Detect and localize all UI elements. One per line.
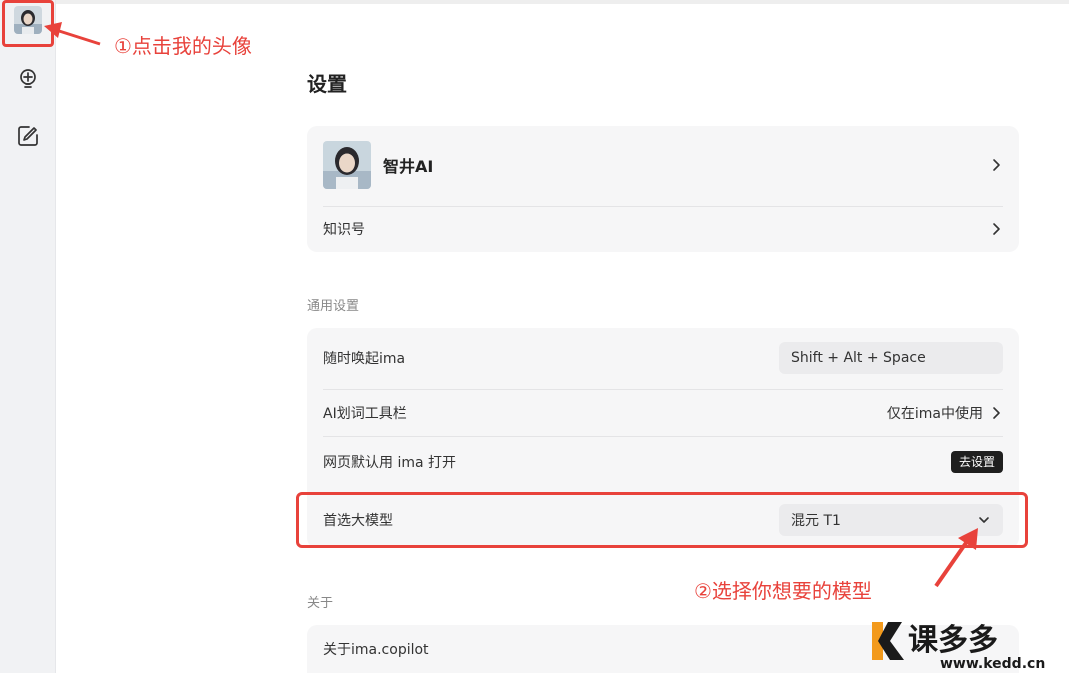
knowledge-row[interactable]: 知识号	[323, 206, 1003, 252]
about-label: 关于ima.copilot	[323, 642, 429, 658]
step1-annotation: ①点击我的头像	[114, 34, 252, 58]
ai-toolbar-value: 仅在ima中使用	[886, 405, 983, 422]
ai-toolbar-row[interactable]: AI划词工具栏 仅在ima中使用	[323, 389, 1003, 436]
profile-name: 智井AI	[383, 157, 434, 176]
profile-row[interactable]: 智井AI	[323, 140, 1003, 190]
go-settings-button[interactable]: 去设置	[950, 451, 1003, 473]
step2-annotation: ②选择你想要的模型	[694, 579, 872, 603]
lightbulb-icon[interactable]	[16, 67, 40, 91]
chevron-right-icon	[989, 222, 1003, 236]
wake-shortcut-input[interactable]: Shift + Alt + Space	[779, 342, 1003, 374]
knowledge-label: 知识号	[323, 222, 365, 238]
default-open-label: 网页默认用 ima 打开	[323, 455, 457, 471]
wake-row: 随时唤起ima Shift + Alt + Space	[323, 342, 1003, 374]
page-title: 设置	[307, 72, 347, 96]
about-section-label: 关于	[307, 596, 334, 611]
sidebar	[0, 0, 56, 673]
ai-toolbar-label: AI划词工具栏	[323, 405, 407, 422]
profile-avatar	[323, 141, 371, 189]
model-highlight-box	[296, 492, 1028, 548]
watermark-logo: 课多多 www.kedd.cn	[868, 612, 1068, 672]
svg-text:课多多: 课多多	[908, 623, 998, 658]
general-section-label: 通用设置	[307, 299, 360, 314]
edit-icon[interactable]	[16, 124, 40, 148]
chevron-right-icon	[989, 158, 1003, 172]
chevron-right-icon	[989, 406, 1003, 420]
avatar-highlight-box	[2, 0, 54, 47]
svg-text:www.kedd.cn: www.kedd.cn	[940, 656, 1045, 672]
top-border	[0, 0, 1069, 4]
profile-card: 智井AI 知识号	[307, 126, 1019, 252]
wake-label: 随时唤起ima	[323, 351, 406, 367]
default-open-row: 网页默认用 ima 打开 去设置	[323, 436, 1003, 488]
